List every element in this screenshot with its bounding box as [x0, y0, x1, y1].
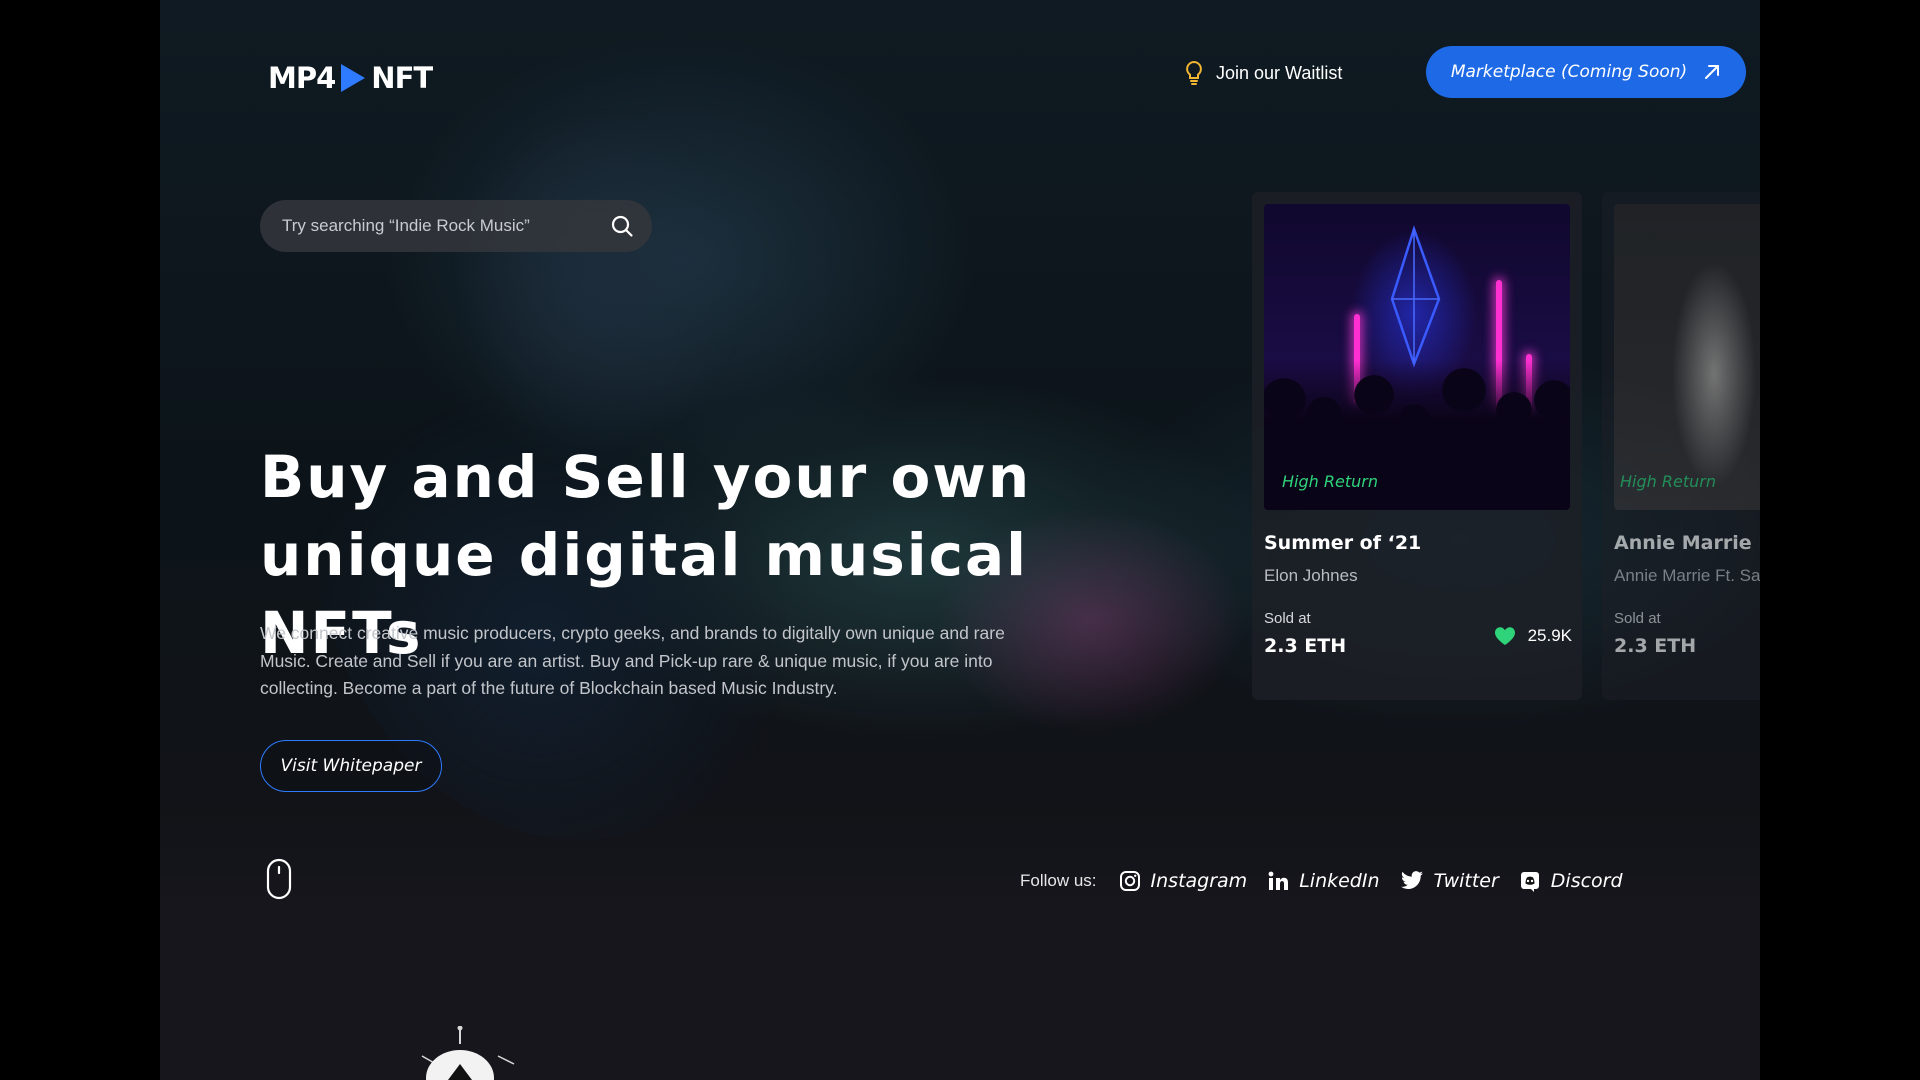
- nft-artist: Elon Johnes: [1264, 566, 1358, 585]
- nft-price: 2.3 ETH: [1264, 635, 1347, 657]
- hero-title-line-1: Buy and Sell your own: [260, 443, 1032, 511]
- logo-text-left: MP4: [268, 61, 336, 95]
- sold-at-label: Sold at: [1614, 610, 1661, 627]
- nft-artist: Annie Marrie Ft. Sandy: [1614, 566, 1760, 585]
- hero-description: We connect creative music producers, cry…: [260, 623, 1005, 698]
- nft-price: 2.3 ETH: [1614, 635, 1697, 657]
- social-link-twitter[interactable]: Twitter: [1400, 870, 1499, 892]
- nft-title: Summer of ‘21: [1264, 532, 1422, 554]
- linkedin-icon: [1268, 871, 1289, 890]
- discord-icon: [1520, 872, 1539, 892]
- search-icon[interactable]: [610, 214, 634, 238]
- social-label: Instagram: [1150, 870, 1248, 892]
- social-label: Twitter: [1433, 870, 1499, 892]
- play-icon: [341, 64, 366, 92]
- logo[interactable]: MP4 NFT: [268, 58, 433, 98]
- social-link-linkedin[interactable]: LinkedIn: [1267, 870, 1380, 892]
- nft-card[interactable]: High Return Annie Marrie Ft. Sandy Annie…: [1602, 192, 1760, 700]
- mascot-graphic: [421, 1026, 515, 1080]
- marketplace-button[interactable]: Marketplace (Coming Soon): [1426, 46, 1746, 98]
- marketplace-label: Marketplace (Coming Soon): [1450, 62, 1688, 82]
- nft-card-image: [1614, 204, 1760, 510]
- twitter-icon: [1400, 871, 1423, 889]
- social-link-instagram[interactable]: Instagram: [1119, 870, 1248, 892]
- likes-count: 25.9K: [1527, 626, 1572, 645]
- nft-card[interactable]: High Return Summer of ‘21 Elon Johnes So…: [1252, 192, 1582, 700]
- social-links: Follow us: Instagram LinkedIn Twitter Di…: [1020, 866, 1623, 896]
- social-link-discord[interactable]: Discord: [1519, 870, 1623, 892]
- scroll-mouse-icon: [266, 858, 292, 900]
- nft-likes[interactable]: 25.9K: [1494, 626, 1572, 646]
- nft-title: Annie Marrie Ft. Sandy: [1614, 532, 1760, 554]
- social-label: LinkedIn: [1299, 870, 1380, 892]
- page: MP4 NFT Join our Waitlist Marketplace (C…: [160, 0, 1760, 1080]
- search-input[interactable]: [280, 215, 594, 237]
- visit-whitepaper-button[interactable]: Visit Whitepaper: [260, 740, 442, 792]
- logo-text-right: NFT: [371, 61, 433, 95]
- search-bar[interactable]: [260, 200, 652, 252]
- join-waitlist-link[interactable]: Join our Waitlist: [1184, 58, 1342, 88]
- sold-at-label: Sold at: [1264, 610, 1311, 627]
- arrow-up-right-icon: [1705, 65, 1720, 79]
- background-fade: [160, 820, 1760, 1080]
- social-label: Discord: [1550, 870, 1623, 892]
- nft-badge: High Return: [1282, 472, 1378, 491]
- follow-us-label: Follow us:: [1020, 871, 1097, 890]
- lightbulb-icon: [1186, 60, 1202, 85]
- waitlist-label: Join our Waitlist: [1216, 62, 1343, 83]
- nft-badge: High Return: [1620, 472, 1716, 491]
- nft-card-image: [1264, 204, 1570, 510]
- instagram-icon: [1119, 871, 1140, 891]
- heart-icon[interactable]: [1494, 626, 1516, 646]
